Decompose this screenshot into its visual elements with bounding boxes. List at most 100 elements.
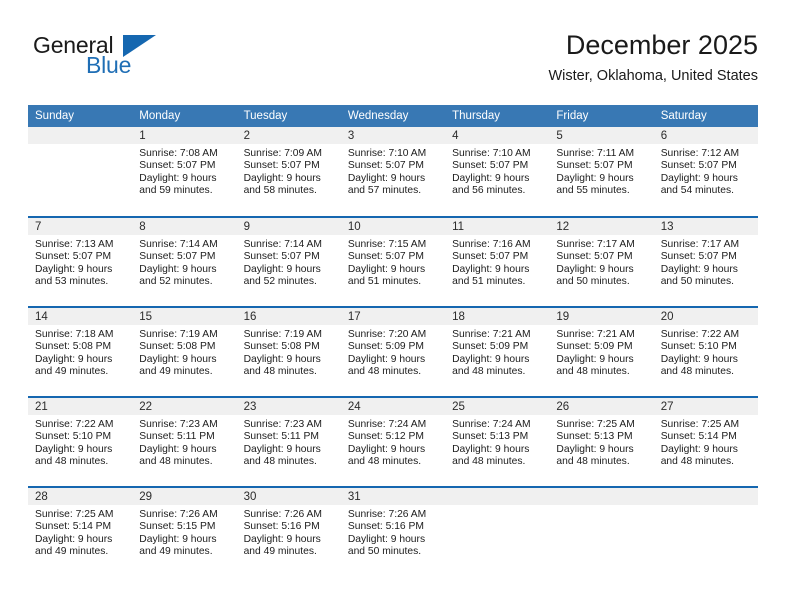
- sunset-text: Sunset: 5:07 PM: [452, 160, 529, 172]
- sunrise-text: Sunrise: 7:20 AM: [347, 329, 427, 340]
- daylight-text-line2: and 53 minutes.: [35, 276, 109, 288]
- sunset-text: Sunset: 5:13 PM: [556, 431, 633, 443]
- daylight-text-line1: Daylight: 9 hours: [347, 263, 426, 275]
- sunrise-text: Sunrise: 7:12 AM: [660, 148, 740, 159]
- day-number: 18: [445, 308, 550, 325]
- day-cell[interactable]: 10 Sunrise: 7:15 AM Sunset: 5:07 PM Dayligh…: [340, 216, 446, 307]
- daylight-text-line1: Daylight: 9 hours: [35, 533, 113, 545]
- day-cell[interactable]: 22 Sunrise: 7:23 AM Sunset: 5:11 PM Dayligh…: [132, 396, 237, 487]
- day-cell[interactable]: 2 Sunrise: 7:09 AM Sunset: 5:07 PM Daylight…: [236, 127, 341, 217]
- daylight-text-line2: and 50 minutes.: [660, 276, 734, 288]
- day-details: Sunrise: 7:14 AM Sunset: 5:07 PM Daylight:…: [132, 235, 236, 289]
- day-details: Sunrise: 7:24 AM Sunset: 5:12 PM Daylight:…: [341, 415, 445, 469]
- daylight-text-line2: and 49 minutes.: [139, 366, 213, 378]
- day-cell-inner: 17 Sunrise: 7:20 AM Sunset: 5:09 PM Dayligh…: [340, 308, 446, 396]
- day-cell-inner: [549, 488, 654, 576]
- sunrise-text: Sunrise: 7:26 AM: [139, 509, 218, 520]
- day-number: 6: [653, 127, 758, 144]
- day-cell[interactable]: 21 Sunrise: 7:22 AM Sunset: 5:10 PM Dayligh…: [28, 396, 133, 487]
- daylight-text-line1: Daylight: 9 hours: [452, 353, 530, 365]
- daylight-text-line2: and 50 minutes.: [556, 276, 630, 288]
- day-cell[interactable]: 4 Sunrise: 7:10 AM Sunset: 5:07 PM Daylight…: [445, 127, 550, 217]
- day-cell[interactable]: 6 Sunrise: 7:12 AM Sunset: 5:07 PM Daylight…: [653, 127, 758, 217]
- sunrise-text: Sunrise: 7:16 AM: [452, 239, 531, 250]
- day-cell[interactable]: 25 Sunrise: 7:24 AM Sunset: 5:13 PM Dayligh…: [445, 396, 550, 487]
- day-number: 4: [445, 127, 550, 144]
- sunrise-text: Sunrise: 7:23 AM: [139, 419, 218, 430]
- day-cell[interactable]: 27 Sunrise: 7:25 AM Sunset: 5:14 PM Dayligh…: [653, 396, 758, 487]
- calendar-body: 1 Sunrise: 7:08 AM Sunset: 5:07 PM Daylight…: [28, 127, 758, 577]
- day-cell[interactable]: 9 Sunrise: 7:14 AM Sunset: 5:07 PM Daylight…: [236, 216, 341, 307]
- day-cell-inner: 3 Sunrise: 7:10 AM Sunset: 5:07 PM Daylight…: [340, 127, 446, 215]
- day-cell[interactable]: 18 Sunrise: 7:21 AM Sunset: 5:09 PM Dayligh…: [445, 306, 550, 397]
- day-details: Sunrise: 7:24 AM Sunset: 5:13 PM Daylight:…: [445, 415, 549, 469]
- day-details: Sunrise: 7:13 AM Sunset: 5:07 PM Daylight:…: [28, 235, 132, 289]
- day-cell[interactable]: 30 Sunrise: 7:26 AM Sunset: 5:16 PM Dayligh…: [236, 486, 341, 577]
- day-number: 22: [132, 398, 237, 415]
- day-cell[interactable]: 20 Sunrise: 7:22 AM Sunset: 5:10 PM Dayligh…: [653, 306, 758, 397]
- sunset-text: Sunset: 5:08 PM: [139, 341, 216, 353]
- daylight-text-line1: Daylight: 9 hours: [452, 263, 530, 275]
- day-cell[interactable]: 31 Sunrise: 7:26 AM Sunset: 5:16 PM Dayligh…: [340, 486, 446, 577]
- daylight-text-line1: Daylight: 9 hours: [139, 533, 217, 545]
- day-cell[interactable]: 3 Sunrise: 7:10 AM Sunset: 5:07 PM Daylight…: [340, 127, 446, 217]
- day-cell[interactable]: 17 Sunrise: 7:20 AM Sunset: 5:09 PM Dayligh…: [340, 306, 446, 397]
- daylight-text-line1: Daylight: 9 hours: [660, 443, 738, 455]
- daylight-text-line2: and 48 minutes.: [660, 366, 734, 378]
- day-details: Sunrise: 7:17 AM Sunset: 5:07 PM Daylight:…: [549, 235, 653, 289]
- day-cell[interactable]: 29 Sunrise: 7:26 AM Sunset: 5:15 PM Dayligh…: [132, 486, 237, 577]
- daylight-text-line2: and 52 minutes.: [243, 276, 317, 288]
- day-cell-inner: 30 Sunrise: 7:26 AM Sunset: 5:16 PM Dayligh…: [236, 488, 341, 576]
- sunset-text: Sunset: 5:07 PM: [556, 160, 633, 172]
- daylight-text-line1: Daylight: 9 hours: [556, 443, 634, 455]
- sunset-text: Sunset: 5:14 PM: [35, 521, 112, 533]
- page-title: December 2025: [565, 30, 758, 60]
- daylight-text-line1: Daylight: 9 hours: [243, 263, 321, 275]
- day-details: Sunrise: 7:26 AM Sunset: 5:16 PM Daylight:…: [237, 505, 341, 559]
- daylight-text-line2: and 51 minutes.: [452, 276, 526, 288]
- sunrise-text: Sunrise: 7:13 AM: [35, 239, 114, 250]
- daylight-text-line2: and 49 minutes.: [35, 546, 109, 558]
- day-number-placeholder: [445, 488, 550, 505]
- day-cell[interactable]: 15 Sunrise: 7:19 AM Sunset: 5:08 PM Dayligh…: [132, 306, 237, 397]
- day-cell[interactable]: 11 Sunrise: 7:16 AM Sunset: 5:07 PM Dayligh…: [445, 216, 550, 307]
- calendar-week-row: 7 Sunrise: 7:13 AM Sunset: 5:07 PM Daylight…: [28, 216, 758, 307]
- day-cell[interactable]: 16 Sunrise: 7:19 AM Sunset: 5:08 PM Dayligh…: [236, 306, 341, 397]
- day-details: Sunrise: 7:23 AM Sunset: 5:11 PM Daylight:…: [132, 415, 236, 469]
- sunrise-text: Sunrise: 7:17 AM: [660, 239, 740, 250]
- day-cell[interactable]: 5 Sunrise: 7:11 AM Sunset: 5:07 PM Daylight…: [549, 127, 654, 217]
- day-cell[interactable]: 24 Sunrise: 7:24 AM Sunset: 5:12 PM Dayligh…: [340, 396, 446, 487]
- day-cell[interactable]: 8 Sunrise: 7:14 AM Sunset: 5:07 PM Daylight…: [132, 216, 237, 307]
- daylight-text-line1: Daylight: 9 hours: [660, 263, 738, 275]
- sunset-text: Sunset: 5:07 PM: [139, 160, 216, 172]
- day-cell-inner: 2 Sunrise: 7:09 AM Sunset: 5:07 PM Daylight…: [236, 127, 341, 215]
- day-details: Sunrise: 7:19 AM Sunset: 5:08 PM Daylight:…: [132, 325, 236, 379]
- day-details: Sunrise: 7:25 AM Sunset: 5:14 PM Daylight:…: [654, 415, 758, 469]
- daylight-text-line2: and 48 minutes.: [556, 456, 630, 468]
- sunset-text: Sunset: 5:08 PM: [35, 341, 112, 353]
- sunset-text: Sunset: 5:11 PM: [243, 431, 319, 443]
- day-cell[interactable]: 19 Sunrise: 7:21 AM Sunset: 5:09 PM Dayligh…: [549, 306, 654, 397]
- day-cell[interactable]: 1 Sunrise: 7:08 AM Sunset: 5:07 PM Daylight…: [132, 127, 237, 217]
- brand-logo[interactable]: General Blue: [28, 32, 198, 88]
- sunset-text: Sunset: 5:16 PM: [347, 521, 424, 533]
- day-number-placeholder: [28, 127, 133, 144]
- day-cell[interactable]: 28 Sunrise: 7:25 AM Sunset: 5:14 PM Dayligh…: [28, 486, 133, 577]
- day-cell[interactable]: 7 Sunrise: 7:13 AM Sunset: 5:07 PM Daylight…: [28, 216, 133, 307]
- day-number: 11: [445, 218, 550, 235]
- weekday-header-monday: Monday: [132, 105, 237, 127]
- calendar-page: General Blue December 2025 Wister, Oklah…: [0, 0, 792, 612]
- daylight-text-line1: Daylight: 9 hours: [35, 353, 113, 365]
- day-cell[interactable]: 13 Sunrise: 7:17 AM Sunset: 5:07 PM Dayligh…: [653, 216, 758, 307]
- day-cell[interactable]: 12 Sunrise: 7:17 AM Sunset: 5:07 PM Dayligh…: [549, 216, 654, 307]
- day-details: Sunrise: 7:18 AM Sunset: 5:08 PM Daylight:…: [28, 325, 132, 379]
- calendar-table: Sunday Monday Tuesday Wednesday Thursday Frid…: [28, 105, 758, 577]
- day-cell[interactable]: 26 Sunrise: 7:25 AM Sunset: 5:13 PM Dayligh…: [549, 396, 654, 487]
- daylight-text-line2: and 48 minutes.: [243, 456, 317, 468]
- daylight-text-line2: and 51 minutes.: [347, 276, 422, 288]
- day-cell[interactable]: 23 Sunrise: 7:23 AM Sunset: 5:11 PM Dayligh…: [236, 396, 341, 487]
- day-cell-inner: 4 Sunrise: 7:10 AM Sunset: 5:07 PM Daylight…: [445, 127, 550, 215]
- day-cell[interactable]: 14 Sunrise: 7:18 AM Sunset: 5:08 PM Dayligh…: [28, 306, 133, 397]
- day-cell-inner: 13 Sunrise: 7:17 AM Sunset: 5:07 PM Dayligh…: [653, 218, 758, 306]
- sunrise-text: Sunrise: 7:26 AM: [243, 509, 322, 520]
